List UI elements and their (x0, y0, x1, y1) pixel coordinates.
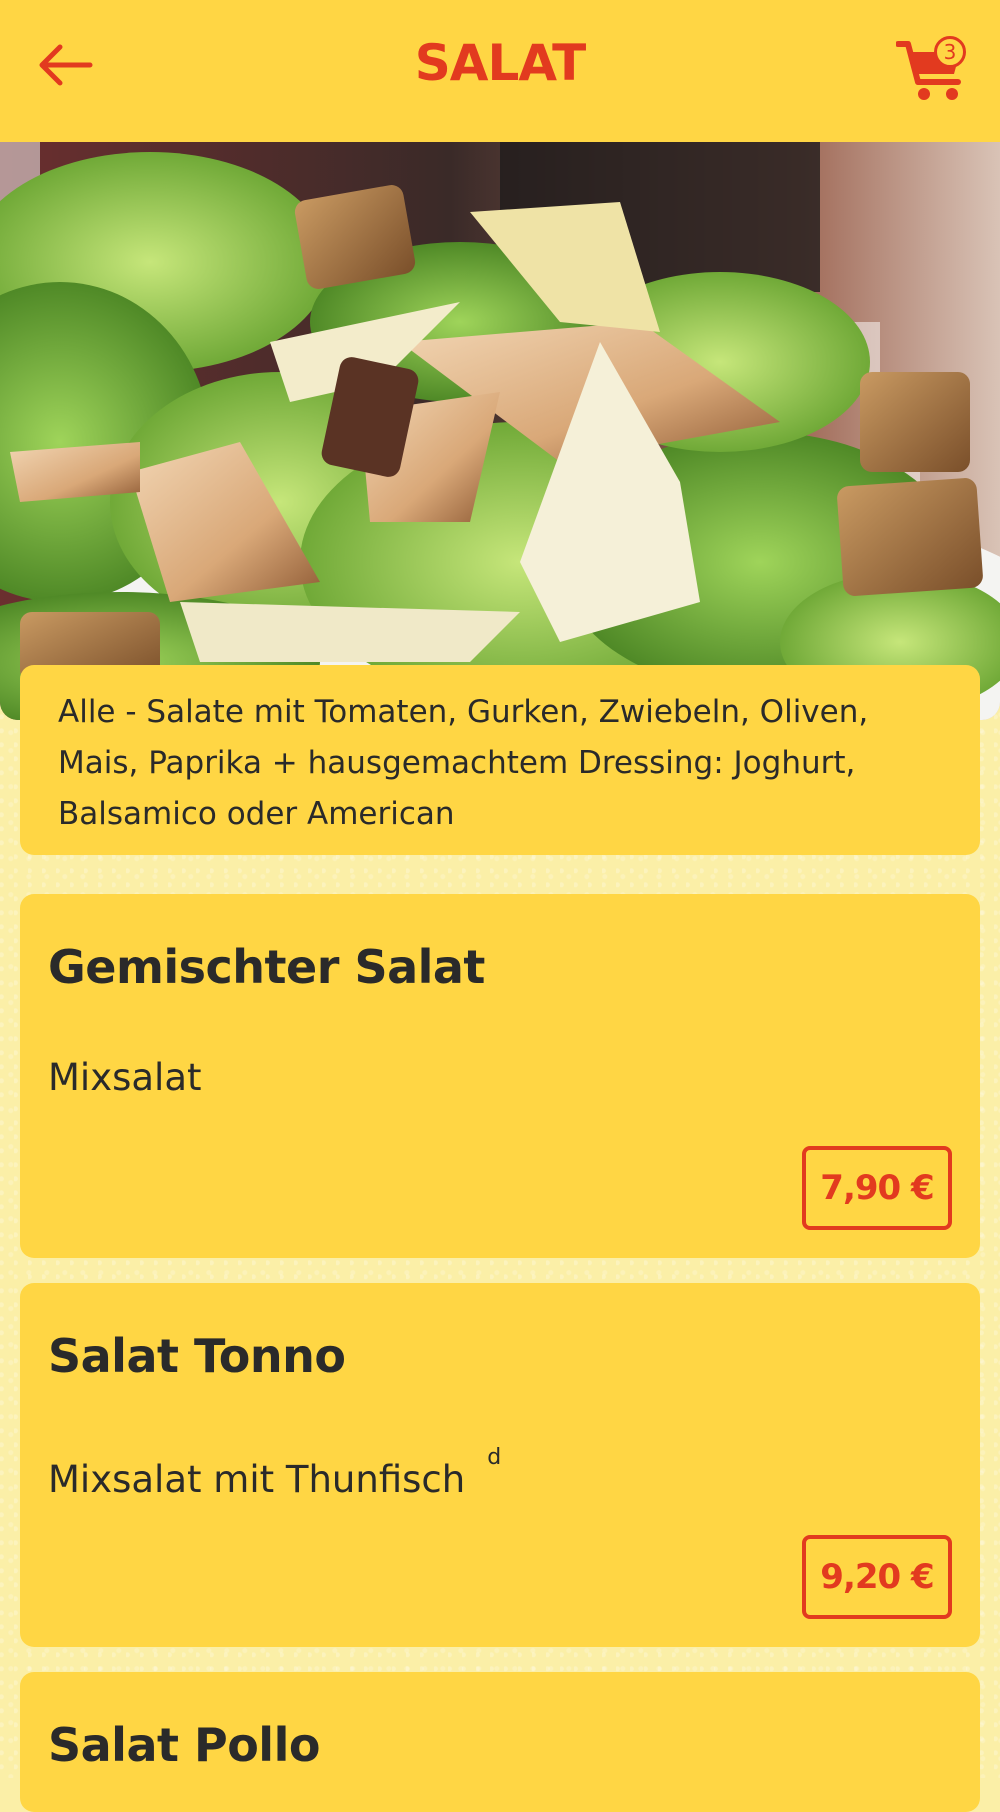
app-header: SALAT 3 (0, 0, 1000, 142)
product-name: Salat Tonno (48, 1329, 346, 1383)
price-button[interactable]: 7,90 € (802, 1146, 952, 1230)
salad-photo (0, 142, 1000, 720)
info-card: Alle - Salate mit Tomaten, Gurken, Zwieb… (20, 665, 980, 855)
allergen-note: d (487, 1445, 502, 1470)
product-card-salat-pollo[interactable]: Salat Pollo (20, 1672, 980, 1812)
page-title: SALAT (414, 34, 587, 92)
product-description: Mixsalat (48, 1056, 202, 1099)
product-card-gemischter-salat[interactable]: Gemischter Salat Mixsalat 7,90 € (20, 894, 980, 1258)
product-description-text: Mixsalat mit Thunfisch (48, 1458, 466, 1501)
product-description: Mixsalat mit Thunfisch d (48, 1445, 501, 1501)
price-button[interactable]: 9,20 € (802, 1535, 952, 1619)
product-description-text: Mixsalat (48, 1056, 202, 1099)
cart-button[interactable]: 3 (896, 30, 970, 104)
product-name: Gemischter Salat (48, 940, 485, 994)
cart-count-badge: 3 (934, 36, 966, 68)
product-name: Salat Pollo (48, 1718, 320, 1772)
product-card-salat-tonno[interactable]: Salat Tonno Mixsalat mit Thunfisch d 9,20… (20, 1283, 980, 1647)
info-text: Alle - Salate mit Tomaten, Gurken, Zwieb… (58, 694, 869, 832)
